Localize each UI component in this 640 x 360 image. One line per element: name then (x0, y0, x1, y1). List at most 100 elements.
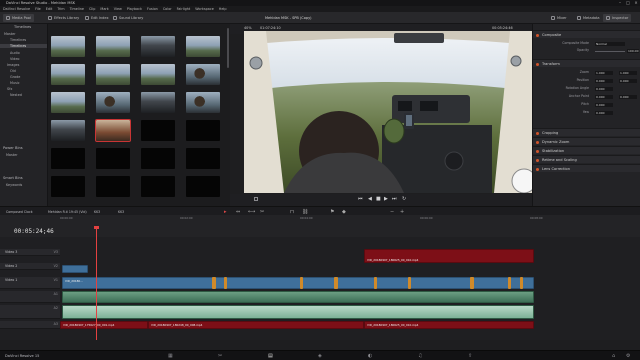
track-header-v3[interactable]: Video 3 V3 (0, 249, 60, 256)
cut-page-icon[interactable]: ✂ (218, 353, 222, 359)
edit-page-icon[interactable]: ▤ (268, 353, 273, 359)
fairlight-page-icon[interactable]: ♫ (418, 353, 422, 359)
clip-marker[interactable] (224, 277, 227, 289)
media-thumbnail[interactable] (96, 36, 130, 57)
position-x-field[interactable]: 0.000 (595, 79, 613, 83)
timeline-tab-3[interactable]: KK3 (118, 210, 124, 214)
media-thumbnail[interactable] (96, 176, 130, 197)
media-thumbnail[interactable] (141, 36, 175, 57)
clip-marker[interactable] (408, 277, 411, 289)
clip-marker[interactable] (212, 277, 216, 289)
timeline-clip-a1[interactable] (62, 291, 534, 303)
yaw-field[interactable]: 0.000 (595, 111, 613, 115)
media-thumbnail[interactable] (51, 120, 85, 141)
bin-item-sfx[interactable]: Sfx (7, 87, 12, 91)
inspector-button[interactable]: Inspector (603, 14, 632, 22)
link-icon[interactable]: ⛓ (302, 209, 308, 215)
bin-item-grade[interactable]: Grade (10, 75, 20, 79)
clip-marker[interactable] (300, 277, 303, 289)
timeline-clip-a3-left[interactable]: VID_20180907_175627_00_001.mp4 (60, 321, 148, 329)
deliver-page-icon[interactable]: ⇪ (468, 353, 472, 359)
stop-icon[interactable]: ■ (376, 196, 381, 202)
clip-marker[interactable] (470, 277, 474, 289)
bin-item-images[interactable]: Images (7, 63, 19, 67)
playhead[interactable] (96, 228, 97, 340)
settings-icon[interactable]: ⚙ (626, 353, 630, 359)
home-icon[interactable]: ⌂ (612, 353, 615, 359)
play-reverse-icon[interactable]: ◀ (368, 196, 372, 202)
zoom-x-field[interactable]: 1.000 (595, 71, 613, 75)
media-thumbnail[interactable] (51, 36, 85, 57)
timeline-clip-v1[interactable]: VID_20180... (62, 277, 534, 289)
bin-item-nested[interactable]: Nested (10, 93, 22, 97)
media-thumbnail[interactable] (96, 92, 130, 113)
media-thumbnail[interactable] (141, 120, 175, 141)
rotation-field[interactable]: 0.000 (595, 87, 613, 91)
flag-icon[interactable]: ⚑ (330, 209, 334, 215)
bin-item-music[interactable]: Music (10, 81, 20, 85)
timeline-clip-v3[interactable]: VID_20180907_180625_00_010.mp4 (364, 249, 534, 263)
blade-tool-icon[interactable]: ✂ (260, 209, 264, 215)
media-thumbnail[interactable] (141, 176, 175, 197)
composite-enable-icon[interactable] (536, 33, 539, 37)
fusion-page-icon[interactable]: ◈ (318, 353, 322, 359)
bin-item-audio[interactable]: Audio (10, 51, 20, 55)
inspector-section-lens-correction[interactable]: Lens Correction (533, 164, 640, 172)
bin-item-old[interactable]: Old (10, 69, 16, 73)
cropping-enable-icon[interactable] (536, 131, 539, 135)
mixer-button[interactable]: Mixer (548, 14, 570, 22)
timeline-clip-a3-mid[interactable]: VID_20180907_180248_00_008.mp4 (148, 321, 364, 329)
inspector-section-dynamic-zoom[interactable]: Dynamic Zoom (533, 137, 640, 145)
bin-item-video[interactable]: Video (10, 57, 20, 61)
inspector-section-composite[interactable]: Composite (533, 30, 640, 38)
metadata-button[interactable]: Metadata (574, 14, 603, 22)
media-thumbnail[interactable] (141, 92, 175, 113)
media-thumbnail[interactable] (186, 148, 220, 169)
timeline-tab-2[interactable]: KK3 (94, 210, 100, 214)
track-header-v2[interactable]: Video 2 V2 (0, 263, 60, 270)
bin-item-timelines[interactable]: Timelines (0, 44, 47, 48)
marker-icon[interactable]: ◆ (342, 209, 346, 215)
go-to-end-icon[interactable]: ⏭ (392, 196, 397, 202)
timeline-clip-a3-right[interactable]: VID_20180907_180625_00_010.mp4 (364, 321, 534, 329)
effects-library-button[interactable]: Effects Library (45, 14, 82, 22)
play-icon[interactable]: ▶ (384, 196, 388, 202)
track-header-v1[interactable]: Video 1 V1 (0, 277, 60, 289)
selection-tool-icon[interactable]: ▸ (224, 209, 227, 215)
zoom-y-field[interactable]: 1.000 (619, 71, 637, 75)
clip-marker[interactable] (374, 277, 377, 289)
inspector-section-stabilization[interactable]: Stabilization (533, 146, 640, 154)
track-header-a1[interactable]: A1 (0, 291, 60, 303)
media-pool-scrollbar[interactable] (227, 28, 229, 68)
timeline-clip-a2[interactable] (62, 305, 534, 319)
lens-correction-enable-icon[interactable] (536, 167, 539, 171)
media-thumbnail[interactable] (96, 64, 130, 85)
media-thumbnail[interactable] (186, 36, 220, 57)
media-thumbnail[interactable] (186, 176, 220, 197)
trim-tool-icon[interactable]: ⇔ (236, 209, 240, 215)
timeline-clip-v2[interactable] (62, 265, 88, 273)
media-thumbnail[interactable] (51, 92, 85, 113)
media-thumbnail[interactable] (51, 148, 85, 169)
timeline-tab-1[interactable]: Mehldan R.ti 19:45 (Vid) (48, 210, 87, 214)
opacity-value[interactable]: 100.00 (627, 49, 639, 53)
clip-marker[interactable] (334, 277, 338, 289)
viewer-zoom[interactable]: 40% (244, 26, 252, 30)
clip-marker[interactable] (520, 277, 523, 289)
sound-library-button[interactable]: Sound Library (110, 14, 146, 22)
media-thumbnail[interactable] (51, 64, 85, 85)
viewer-options-icon[interactable] (254, 197, 258, 201)
viewer-frame[interactable] (244, 31, 532, 193)
stabilization-enable-icon[interactable] (536, 149, 539, 153)
zoom-out-icon[interactable]: − (390, 209, 394, 215)
opacity-slider[interactable] (595, 51, 625, 52)
media-thumbnail[interactable] (186, 92, 220, 113)
media-thumbnail[interactable] (186, 64, 220, 85)
go-to-start-icon[interactable]: ⏮ (358, 196, 363, 202)
snapping-icon[interactable]: ⊓ (290, 209, 294, 215)
media-thumbnail[interactable] (141, 64, 175, 85)
media-thumbnail[interactable] (95, 119, 131, 142)
composite-mode-select[interactable]: Normal (595, 42, 625, 46)
media-thumbnail[interactable] (141, 148, 175, 169)
dynamic-zoom-enable-icon[interactable] (536, 140, 539, 144)
